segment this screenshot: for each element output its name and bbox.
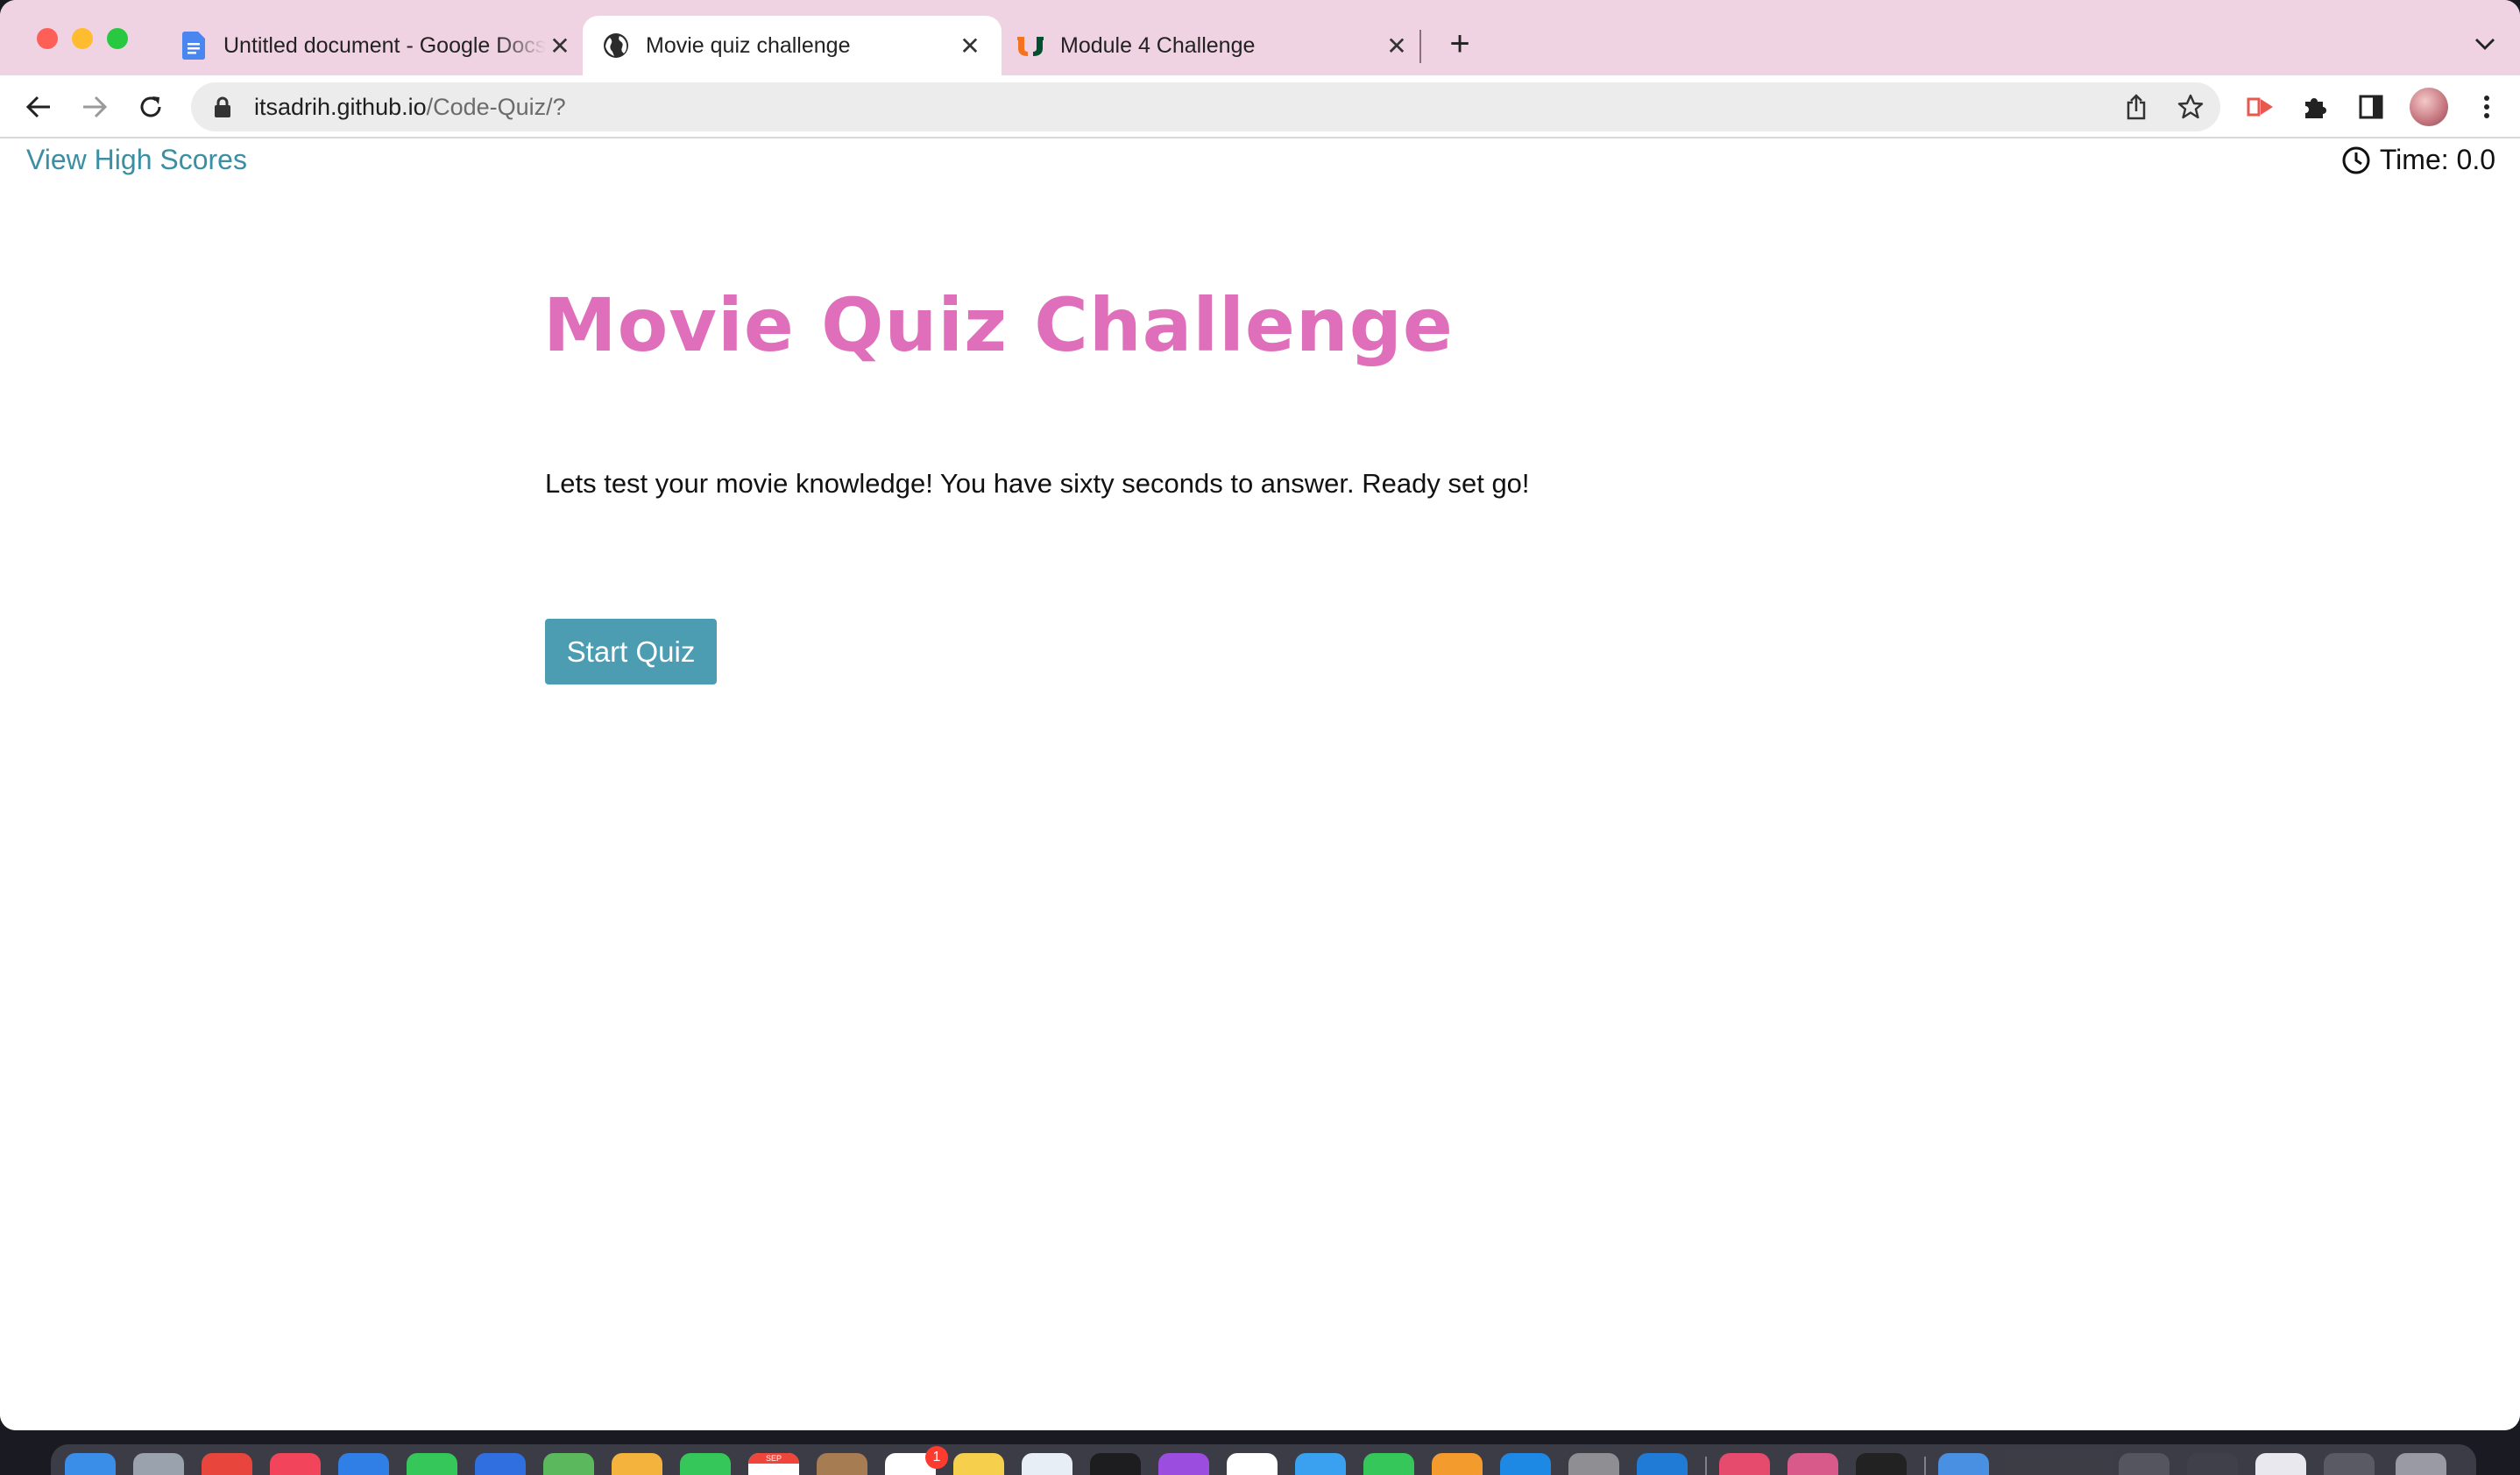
terminal-icon[interactable] xyxy=(1856,1453,1907,1475)
browser-toolbar: itsadrih.github.io/Code-Quiz/? xyxy=(0,75,2520,138)
google-docs-icon xyxy=(180,32,208,60)
extension-screencast-icon[interactable] xyxy=(2241,88,2280,126)
page-content: View High Scores Time: 0.0 Movie Quiz Ch… xyxy=(0,140,2520,1430)
dock-divider xyxy=(1705,1457,1707,1475)
side-panel-icon[interactable] xyxy=(2352,88,2390,126)
page-title: Movie Quiz Challenge xyxy=(543,282,1454,368)
contacts-icon[interactable] xyxy=(817,1453,867,1475)
recent-window-icon[interactable] xyxy=(2255,1453,2306,1475)
close-tab-icon[interactable]: ✕ xyxy=(956,32,984,60)
lock-icon[interactable] xyxy=(212,95,233,119)
pages-icon[interactable] xyxy=(1432,1453,1483,1475)
freeform-icon[interactable] xyxy=(1022,1453,1072,1475)
mail-icon[interactable] xyxy=(475,1453,526,1475)
creative-cloud-icon[interactable] xyxy=(1719,1453,1770,1475)
university-icon xyxy=(1016,32,1044,60)
reload-icon[interactable] xyxy=(131,88,170,126)
url-path: /Code-Quiz/? xyxy=(426,93,566,120)
chrome-profile-icon[interactable] xyxy=(1787,1453,1838,1475)
clock-icon xyxy=(2341,145,2371,175)
launchpad-icon[interactable] xyxy=(133,1453,184,1475)
macos-dock: SEP 1 xyxy=(51,1444,2476,1475)
globe-icon xyxy=(602,32,630,60)
new-tab-button[interactable]: + xyxy=(1441,25,1479,63)
tab-movie-quiz[interactable]: Movie quiz challenge ✕ xyxy=(583,16,1002,75)
trash-icon[interactable] xyxy=(2396,1453,2446,1475)
timer-text: Time: 0.0 xyxy=(2379,144,2495,175)
news-icon[interactable] xyxy=(1227,1453,1278,1475)
tv-icon[interactable] xyxy=(1090,1453,1141,1475)
preview-icon[interactable] xyxy=(1295,1453,1346,1475)
close-tab-icon[interactable]: ✕ xyxy=(546,32,574,60)
recent-window-icon[interactable] xyxy=(2187,1453,2238,1475)
close-tab-icon[interactable]: ✕ xyxy=(1383,32,1411,60)
address-bar[interactable]: itsadrih.github.io/Code-Quiz/? xyxy=(191,82,2220,131)
maximize-window-button[interactable] xyxy=(107,28,128,49)
reminders-badge: 1 xyxy=(925,1446,948,1469)
tab-title: Untitled document - Google Docs xyxy=(223,32,546,58)
podcasts-icon[interactable] xyxy=(1158,1453,1209,1475)
minimize-window-button[interactable] xyxy=(72,28,93,49)
browser-window: Untitled document - Google Docs ✕ Movie … xyxy=(0,0,2520,1430)
calendar-icon[interactable]: SEP xyxy=(748,1453,799,1475)
tab-title: Module 4 Challenge xyxy=(1060,32,1256,58)
tab-module-4[interactable]: Module 4 Challenge ✕ xyxy=(1016,16,1411,75)
music-icon[interactable] xyxy=(270,1453,321,1475)
url-host: itsadrih.github.io xyxy=(254,93,427,120)
extensions-puzzle-icon[interactable] xyxy=(2296,88,2334,126)
close-window-button[interactable] xyxy=(37,28,58,49)
recent-window-icon[interactable] xyxy=(2119,1453,2170,1475)
recent-window-icon[interactable] xyxy=(2324,1453,2375,1475)
facetime-icon[interactable] xyxy=(680,1453,731,1475)
chevron-down-icon[interactable] xyxy=(2471,26,2499,61)
share-icon[interactable] xyxy=(2120,91,2152,123)
quiz-description: Lets test your movie knowledge! You have… xyxy=(545,468,1530,499)
messages-icon[interactable] xyxy=(407,1453,457,1475)
notes-icon[interactable] xyxy=(953,1453,1004,1475)
back-arrow-icon[interactable] xyxy=(19,88,58,126)
start-quiz-button[interactable]: Start Quiz xyxy=(545,619,717,684)
numbers-icon[interactable] xyxy=(1363,1453,1414,1475)
maps-icon[interactable] xyxy=(543,1453,594,1475)
tab-title: Movie quiz challenge xyxy=(646,32,851,58)
timer: Time: 0.0 xyxy=(2341,144,2495,176)
vscode-icon[interactable] xyxy=(1637,1453,1688,1475)
app-store-icon[interactable] xyxy=(1500,1453,1551,1475)
photos-icon[interactable] xyxy=(612,1453,662,1475)
tab-google-docs[interactable]: Untitled document - Google Docs ✕ xyxy=(180,16,574,75)
dock-divider xyxy=(1924,1457,1926,1475)
more-menu-icon[interactable] xyxy=(2467,88,2506,126)
tab-strip: Untitled document - Google Docs ✕ Movie … xyxy=(0,0,2520,75)
bookmark-star-icon[interactable] xyxy=(2175,91,2206,123)
forward-arrow-icon[interactable] xyxy=(75,88,114,126)
system-settings-icon[interactable] xyxy=(1568,1453,1619,1475)
view-high-scores-link[interactable]: View High Scores xyxy=(26,144,247,176)
downloads-folder-icon[interactable] xyxy=(1938,1453,1989,1475)
tab-separator xyxy=(1419,30,1421,63)
chrome-icon[interactable] xyxy=(202,1453,252,1475)
safari-icon[interactable] xyxy=(338,1453,389,1475)
profile-avatar[interactable] xyxy=(2410,88,2448,126)
finder-icon[interactable] xyxy=(65,1453,116,1475)
calendar-month: SEP xyxy=(748,1453,799,1464)
